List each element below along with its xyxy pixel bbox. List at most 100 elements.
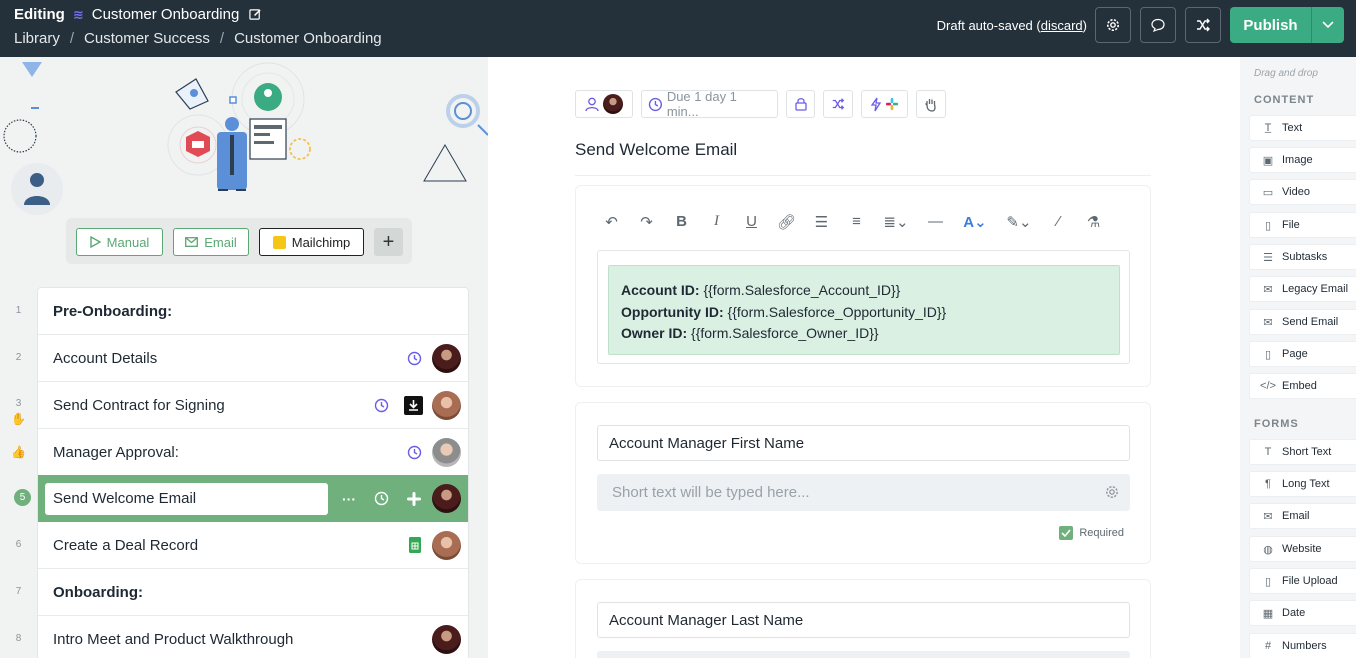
checkbox-checked-icon[interactable] [1059, 526, 1074, 540]
task-name: Intro Meet and Product Walkthrough [53, 630, 294, 648]
assignees-button[interactable] [575, 90, 633, 118]
email-trigger-button[interactable]: Email [173, 228, 249, 256]
widget-image[interactable]: ▣ Image [1249, 147, 1356, 173]
task-row-heading[interactable]: Pre-Onboarding: [38, 288, 468, 335]
widget-website[interactable]: ◍ Website [1249, 536, 1356, 562]
widget-email[interactable]: ✉ Email [1249, 503, 1356, 529]
widget-label: Image [1282, 154, 1313, 166]
assignee-avatar[interactable] [432, 343, 461, 373]
assignee-avatar[interactable] [432, 530, 461, 560]
field-label-input[interactable]: Account Manager Last Name [597, 602, 1130, 638]
due-date-label: Due 1 day 1 min... [666, 89, 737, 119]
mailchimp-icon [272, 235, 286, 249]
breadcrumb-folder[interactable]: Customer Success [84, 30, 210, 47]
publish-options-button[interactable] [1312, 7, 1344, 43]
bullet-list-icon[interactable]: ☰ [813, 213, 830, 231]
rich-text-editor[interactable]: Account ID: {{form.Salesforce_Account_ID… [597, 250, 1130, 364]
assignee-avatar[interactable] [432, 437, 461, 467]
undo-icon[interactable]: ↶ [603, 213, 620, 231]
widget-file[interactable]: ▯ File [1249, 212, 1356, 238]
align-icon[interactable]: ≣⌄ [883, 213, 909, 231]
due-date-button[interactable]: Due 1 day 1 min... [641, 89, 778, 119]
text-color-icon[interactable]: A⌄ [962, 213, 988, 231]
short-text-field-card[interactable]: Account Manager Last Name [575, 579, 1151, 658]
forms-section-heading: FORMS [1254, 418, 1299, 430]
discard-link[interactable]: discard [1041, 18, 1083, 33]
link-icon[interactable]: 🔗︎ [777, 213, 796, 231]
task-title[interactable]: Send Welcome Email [575, 140, 737, 160]
widget-long-text[interactable]: ¶ Long Text [1249, 471, 1356, 497]
task-name: Account Details [53, 349, 158, 367]
breadcrumb-library[interactable]: Library [14, 30, 60, 47]
page-icon: ▯ [1264, 348, 1272, 361]
widget-legacy-email[interactable]: ✉ Legacy Email [1249, 276, 1356, 302]
callout-value: {{form.Salesforce_Account_ID}} [699, 282, 901, 298]
clock-icon [374, 491, 389, 506]
conditional-logic-button[interactable] [823, 90, 853, 118]
task-row[interactable]: Manager Approval: [38, 429, 468, 476]
short-text-field-card[interactable]: Account Manager First Name Short text wi… [575, 402, 1151, 564]
text-widget-card[interactable]: ↶ ↷ B I U 🔗︎ ☰ ≡ ≣⌄ — A⌄ ✎⌄ ⁄ ⚗ Account … [575, 185, 1151, 387]
edit-title-icon[interactable] [249, 8, 262, 21]
widget-subtasks[interactable]: ☰ Subtasks [1249, 244, 1356, 270]
widget-label: Date [1282, 607, 1306, 619]
publish-button[interactable]: Publish [1230, 7, 1312, 43]
widget-embed[interactable]: </> Embed [1249, 373, 1356, 399]
task-row-selected[interactable]: Send Welcome Email ··· [38, 475, 468, 522]
title-divider [575, 175, 1151, 176]
widget-date[interactable]: ▦ Date [1249, 600, 1356, 626]
task-row-heading[interactable]: Onboarding: [38, 569, 468, 616]
task-row[interactable]: Account Details [38, 335, 468, 382]
stop-task-button[interactable] [916, 90, 946, 118]
task-row[interactable]: Send Contract for Signing [38, 382, 468, 429]
task-row[interactable]: Create a Deal Record [38, 522, 468, 569]
callout-icon[interactable]: ⚗ [1085, 213, 1102, 231]
workflow-title[interactable]: Customer Onboarding [92, 6, 240, 23]
task-name: Send Contract for Signing [53, 396, 225, 414]
email-trigger-label: Email [204, 234, 237, 250]
required-toggle[interactable]: Required [1059, 526, 1124, 540]
row-number: 7 [15, 586, 22, 597]
manual-trigger-button[interactable]: Manual [76, 228, 163, 256]
redo-icon[interactable]: ↷ [638, 213, 655, 231]
horizontal-rule-icon[interactable]: — [927, 213, 944, 230]
task-row[interactable]: Intro Meet and Product Walkthrough [38, 616, 468, 658]
italic-icon[interactable]: I [708, 213, 725, 230]
widget-video[interactable]: ▭ Video [1249, 179, 1356, 205]
callout-label: Owner ID: [621, 325, 688, 341]
widget-text[interactable]: T̲ Text [1249, 115, 1356, 141]
permissions-button[interactable] [786, 90, 815, 118]
comments-button[interactable] [1140, 7, 1176, 43]
widget-send-email[interactable]: ✉ Send Email [1249, 309, 1356, 335]
task-settings-toolbar: Due 1 day 1 min... [575, 89, 946, 119]
assignee-avatar[interactable] [432, 390, 461, 420]
task-name: Manager Approval: [53, 443, 179, 461]
more-options-icon[interactable]: ··· [342, 491, 356, 507]
breadcrumb: Library / Customer Success / Customer On… [14, 30, 382, 47]
user-icon [585, 97, 599, 111]
assignee-avatar[interactable] [432, 484, 461, 513]
widget-numbers[interactable]: # Numbers [1249, 633, 1356, 658]
underline-icon[interactable]: U [743, 213, 760, 230]
clear-format-icon[interactable]: ⁄ [1050, 213, 1067, 230]
bold-icon[interactable]: B [673, 213, 690, 230]
settings-button[interactable] [1095, 7, 1131, 43]
shuffle-button[interactable] [1185, 7, 1221, 43]
clock-icon [374, 398, 389, 413]
callout-block[interactable]: Account ID: {{form.Salesforce_Account_ID… [608, 265, 1120, 355]
clock-icon [648, 97, 663, 111]
widget-short-text[interactable]: T Short Text [1249, 439, 1356, 465]
automations-button[interactable] [861, 90, 908, 118]
widget-page[interactable]: ▯ Page [1249, 341, 1356, 367]
highlight-icon[interactable]: ✎⌄ [1006, 213, 1032, 231]
assignee-avatar[interactable] [432, 624, 461, 654]
widget-file-upload[interactable]: ▯ File Upload [1249, 568, 1356, 594]
add-trigger-button[interactable]: + [374, 228, 403, 256]
drag-handle-icon[interactable]: ✋ [0, 412, 37, 426]
gear-icon[interactable] [1104, 484, 1120, 500]
mailchimp-trigger-button[interactable]: Mailchimp [259, 228, 364, 256]
numbered-list-icon[interactable]: ≡ [848, 213, 865, 230]
field-label-input[interactable]: Account Manager First Name [597, 425, 1130, 461]
callout-label: Account ID: [621, 282, 700, 298]
envelope-icon: ✉ [1263, 510, 1273, 523]
